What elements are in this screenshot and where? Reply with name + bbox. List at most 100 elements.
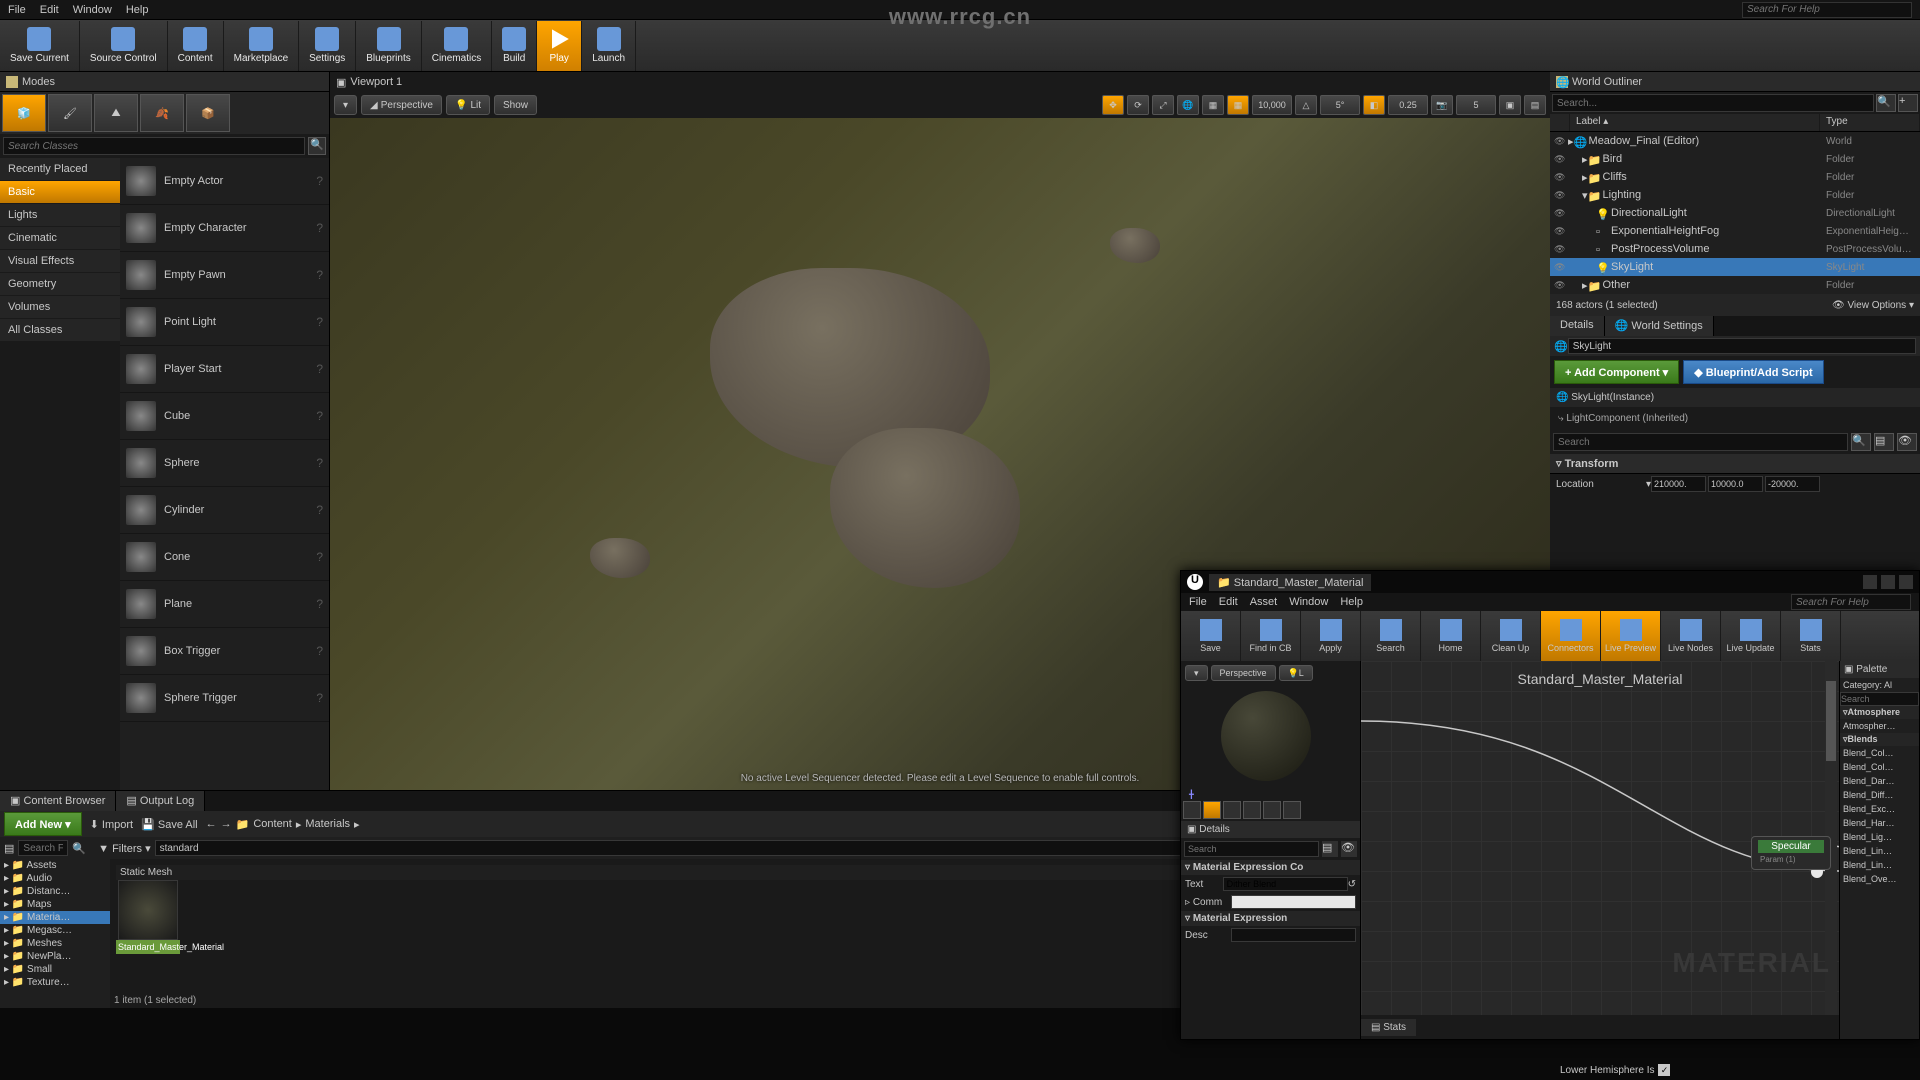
mat-perspective-dropdown[interactable]: Perspective [1211,665,1276,681]
mat-lit-dropdown[interactable]: 💡L [1279,665,1313,681]
grid-snap-value[interactable]: 10,000 [1252,95,1292,115]
outliner-row-other[interactable]: 👁▸ 📁OtherFolder [1550,276,1920,294]
cylinder-shape-button[interactable] [1183,801,1201,819]
add-component-button[interactable]: + Add Component ▾ [1554,360,1679,384]
category-volumes[interactable]: Volumes [0,296,120,319]
search-icon[interactable]: 🔍 [308,137,326,155]
menu-edit[interactable]: Edit [40,4,59,16]
outliner-col-label[interactable]: Label ▴ [1570,114,1820,131]
add-new-button[interactable]: Add New ▾ [4,812,82,836]
mat-menu-help[interactable]: Help [1340,596,1363,608]
bc-materials[interactable]: Materials [305,818,350,830]
outliner-row-cliffs[interactable]: 👁▸ 📁CliffsFolder [1550,168,1920,186]
rotate-gizmo-button[interactable]: ⟳ [1127,95,1149,115]
mat-live-nodes-button[interactable]: Live Nodes [1661,611,1721,661]
actor-item-player-start[interactable]: Player Start? [120,346,329,393]
coord-space-button[interactable]: 🌐 [1177,95,1199,115]
actor-item-box-trigger[interactable]: Box Trigger? [120,628,329,675]
actor-item-sphere-trigger[interactable]: Sphere Trigger? [120,675,329,722]
palette-item[interactable]: Blend_Col… [1840,760,1919,774]
viewport-tab[interactable]: ▣ Viewport 1 [330,72,1550,92]
outliner-row-directionallight[interactable]: 👁💡DirectionalLightDirectionalLight [1550,204,1920,222]
window-close-icon[interactable] [1899,575,1913,589]
visibility-icon[interactable]: 👁 [1554,154,1568,165]
window-min-icon[interactable] [1863,575,1877,589]
mat-details-tab[interactable]: ▣ Details [1181,821,1360,838]
help-icon[interactable]: ? [316,597,323,611]
category-visual-effects[interactable]: Visual Effects [0,250,120,273]
palette-item[interactable]: Blend_Col… [1840,746,1919,760]
visibility-icon[interactable]: 👁 [1554,172,1568,183]
bc-folder-icon[interactable]: 📁 [236,818,250,831]
actor-item-point-light[interactable]: Point Light? [120,299,329,346]
angle-snap-toggle[interactable]: △ [1295,95,1317,115]
palette-item[interactable]: Blend_Dar… [1840,774,1919,788]
tab-details[interactable]: Details [1550,316,1605,336]
palette-item[interactable]: Blend_Ove… [1840,872,1919,886]
category-all-classes[interactable]: All Classes [0,319,120,342]
mat-search-button[interactable]: Search [1361,611,1421,661]
mat-expr-section[interactable]: ▿ Material Expression Co [1181,860,1360,875]
blueprint-add-script-button[interactable]: ◆ Blueprint/Add Script [1683,360,1823,384]
actor-item-empty-actor[interactable]: Empty Actor? [120,158,329,205]
menu-help[interactable]: Help [126,4,149,16]
mat-menu-file[interactable]: File [1189,596,1207,608]
cb-folder-megasc[interactable]: ▸ 📁 Megasc… [0,924,110,937]
actor-name-input[interactable] [1568,338,1916,354]
help-icon[interactable]: ? [316,691,323,705]
asset-tile-material[interactable]: Standard_Master_Material [116,880,180,954]
mat-live-update-button[interactable]: Live Update [1721,611,1781,661]
location-x-input[interactable] [1651,476,1706,492]
cb-folder-newpla[interactable]: ▸ 📁 NewPla… [0,950,110,963]
viewport-maximize-button[interactable]: ▣ [1499,95,1521,115]
viewport-options-dropdown[interactable]: ▾ [334,95,357,115]
category-cinematic[interactable]: Cinematic [0,227,120,250]
cube-shape-button[interactable] [1243,801,1261,819]
stats-tab-label[interactable]: ▤ Stats [1361,1019,1416,1036]
help-icon[interactable]: ? [316,409,323,423]
plane-shape-button[interactable] [1223,801,1241,819]
cinematics-button[interactable]: Cinematics [422,21,492,71]
mat-details-view-icon[interactable]: ▤ [1322,841,1338,857]
translate-gizmo-button[interactable]: ✥ [1102,95,1124,115]
outliner-add-button[interactable]: + [1898,94,1918,112]
settings-button[interactable]: Settings [299,21,356,71]
perspective-dropdown[interactable]: ◢ Perspective [361,95,442,115]
palette-search-input[interactable] [1840,692,1919,706]
cb-folder-small[interactable]: ▸ 📁 Small [0,963,110,976]
source-control-button[interactable]: Source Control [80,21,168,71]
content-button[interactable]: Content [168,21,224,71]
foliage-mode-icon[interactable]: 🍂 [140,94,184,132]
menu-window[interactable]: Window [73,4,112,16]
geometry-mode-icon[interactable]: 📦 [186,94,230,132]
help-icon[interactable]: ? [316,268,323,282]
visibility-icon[interactable]: 👁 [1554,262,1568,273]
palette-item[interactable]: Blend_Lin… [1840,844,1919,858]
palette-group-atmosphere[interactable]: ▿Atmosphere [1840,706,1919,719]
help-icon[interactable]: ? [316,644,323,658]
material-window-titlebar[interactable]: U 📁 Standard_Master_Material [1181,571,1919,593]
paint-mode-icon[interactable]: 🖌 [48,94,92,132]
cb-tree-toggle[interactable]: ▤ [4,842,14,855]
visibility-icon[interactable]: 👁 [1554,280,1568,291]
mat-menu-asset[interactable]: Asset [1250,596,1278,608]
cb-folder-assets[interactable]: ▸ 📁 Assets [0,859,110,872]
palette-tab[interactable]: ▣ Palette [1840,661,1919,678]
camera-speed-value[interactable]: 5 [1456,95,1496,115]
cb-folder-meshes[interactable]: ▸ 📁 Meshes [0,937,110,950]
help-icon[interactable]: ? [316,174,323,188]
category-geometry[interactable]: Geometry [0,273,120,296]
play-button[interactable]: Play [537,21,582,71]
category-basic[interactable]: Basic [0,181,120,204]
mesh-shape-button[interactable] [1263,801,1281,819]
bc-fwd[interactable]: → [221,818,232,830]
cb-folder-maps[interactable]: ▸ 📁 Maps [0,898,110,911]
angle-snap-value[interactable]: 5° [1320,95,1360,115]
palette-item[interactable]: Blend_Lig… [1840,830,1919,844]
blueprints-button[interactable]: Blueprints [356,21,421,71]
actor-item-cylinder[interactable]: Cylinder? [120,487,329,534]
mat-preview-options[interactable]: ▾ [1185,665,1208,681]
help-icon[interactable]: ? [316,221,323,235]
save-current-button[interactable]: Save Current [0,21,80,71]
material-preview[interactable]: ▾Perspective💡L ╋ [1181,661,1360,821]
